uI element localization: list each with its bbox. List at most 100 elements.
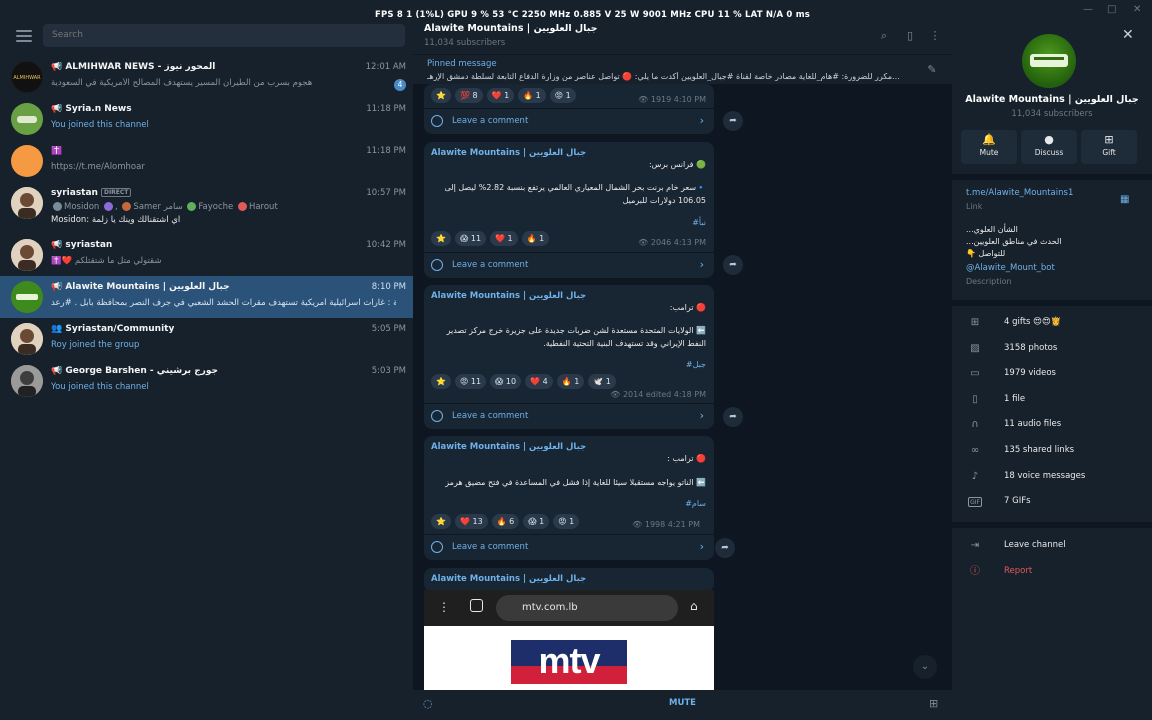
chat-item-syriastan[interactable]: 📢 syriastan 10:42 PM ✝️❤️ شقتولي متل ما …	[0, 234, 413, 276]
comment-icon	[431, 259, 443, 271]
gift-label: Gift	[1102, 148, 1116, 157]
qr-code-icon[interactable]: ▦	[1120, 194, 1129, 205]
performance-overlay: FPS 8 1 (1%L) GPU 9 % 53 °C 2250 MHz 0.8…	[375, 10, 811, 20]
reaction[interactable]: ❤️ 4	[525, 374, 553, 389]
chat-preview: ✝️❤️ شقتولي متل ما شتقتلكم	[51, 256, 162, 266]
reaction[interactable]: 💯 8	[454, 88, 483, 103]
mute-button[interactable]: 🔔 Mute	[961, 130, 1017, 164]
chat-item-syriastan-community[interactable]: 👥 Syriastan/Community 5:05 PM Roy joined…	[0, 318, 413, 360]
reaction[interactable]: 😱 10	[490, 374, 522, 389]
channel-link[interactable]: t.me/Alawite_Mountains1	[966, 188, 1073, 198]
close-window-icon[interactable]: ✕	[1133, 4, 1141, 15]
channel-avatar[interactable]	[1022, 34, 1076, 88]
leave-channel-button[interactable]: ⇥ Leave channel	[952, 535, 1152, 557]
leave-comment-label: Leave a comment	[452, 542, 529, 552]
photo-icon: ▨	[970, 343, 980, 354]
comment-bar[interactable]: Leave a comment ›	[424, 252, 714, 278]
chat-item-syriastan-direct[interactable]: syriastan DIRECT 10:57 PM Mosidon , Samer…	[0, 182, 413, 225]
chat-item-syria-news[interactable]: 📢 Syria.n News 11:18 PM You joined this …	[0, 98, 413, 140]
post-meta: 👁 2046 4:13 PM	[638, 238, 706, 247]
reaction[interactable]: 🔥 6	[491, 514, 520, 529]
reaction[interactable]: 🕊️ 1	[588, 374, 616, 389]
more-options-icon[interactable]: ⋮	[928, 29, 942, 43]
sidebar-toggle-icon[interactable]: ▯	[903, 29, 917, 43]
comment-icon	[431, 115, 443, 127]
pinned-message-bar[interactable]: Pinned message مكرر للضرورة: #هام_للغاية…	[413, 54, 952, 84]
search-icon[interactable]: ⌕	[877, 29, 891, 43]
reaction[interactable]: ⭐	[431, 374, 451, 389]
reaction[interactable]: ⭐	[431, 514, 451, 529]
hashtag[interactable]: #سام	[685, 499, 706, 508]
share-icon[interactable]: ➦	[723, 407, 743, 427]
comment-bar[interactable]: Leave a comment ›	[424, 108, 714, 134]
mute-button[interactable]: MUTE	[669, 698, 696, 708]
reaction[interactable]: 😡 1	[553, 514, 580, 529]
reaction[interactable]: 🔥 1	[556, 374, 585, 389]
media-item-links[interactable]: ∞ 135 shared links	[952, 440, 1152, 462]
hashtag[interactable]: #نبأ	[692, 218, 706, 227]
minimize-icon[interactable]: —	[1083, 4, 1093, 15]
gift-button[interactable]: ⊞ Gift	[1081, 130, 1137, 164]
url-text: mtv.com.lb	[522, 602, 578, 613]
avatar	[11, 103, 43, 135]
media-label: 3158 photos	[1004, 343, 1058, 353]
conversation-header[interactable]: Alawite Mountains | جبال العلويين 11,034…	[413, 20, 952, 54]
media-item-files[interactable]: ▯ 1 file	[952, 389, 1152, 411]
chat-name: 📢 George Barshen - جورج برشيني	[51, 366, 218, 376]
logo-text: mtv	[538, 640, 600, 681]
bot-handle-link[interactable]: @Alawite_Mount_bot	[966, 263, 1055, 273]
media-item-audio[interactable]: ∩ 11 audio files	[952, 414, 1152, 436]
reaction[interactable]: ❤️ 1	[486, 88, 515, 103]
maximize-icon[interactable]: □	[1107, 4, 1116, 15]
reaction[interactable]: 😱 1	[523, 514, 550, 529]
discussion-icon[interactable]: ◌	[423, 697, 433, 710]
chevron-right-icon: ›	[699, 114, 704, 127]
channel-name: Alawite Mountains | جبال العلويين	[965, 94, 1139, 105]
share-icon[interactable]: ➦	[723, 111, 743, 131]
reaction[interactable]: ⭐	[431, 231, 451, 246]
chat-item-cross[interactable]: ✝️ 11:18 PM https://t.me/Alomhoar	[0, 140, 413, 182]
media-item-photos[interactable]: ▨ 3158 photos	[952, 338, 1152, 360]
search-input[interactable]	[43, 24, 405, 47]
chat-name: 📢 Alawite Mountains | جبال العلويين	[51, 282, 230, 292]
chat-item-alawite-mountains[interactable]: 📢 Alawite Mountains | جبال العلويين 8:10…	[0, 276, 413, 318]
scroll-down-button[interactable]: ⌄	[913, 655, 937, 679]
media-item-voice[interactable]: ♪ 18 voice messages	[952, 466, 1152, 488]
discuss-button[interactable]: ● Discuss	[1021, 130, 1077, 164]
report-button[interactable]: ⓘ Report	[952, 561, 1152, 583]
comment-bar[interactable]: Leave a comment ›	[424, 403, 714, 429]
share-icon[interactable]: ➦	[723, 255, 743, 275]
chevron-right-icon: ›	[699, 258, 704, 271]
description-line: للتواصل 👇	[966, 249, 1006, 258]
close-icon[interactable]: ✕	[1122, 27, 1134, 43]
post-author: Alawite Mountains | جبال العلويين	[431, 442, 587, 452]
chat-time: 5:05 PM	[371, 324, 406, 334]
media-item-gifts[interactable]: ⊞ 4 gifts 😍😍👸	[952, 312, 1152, 334]
reaction[interactable]: ❤️ 1	[490, 231, 518, 246]
share-icon[interactable]: ➦	[715, 538, 735, 558]
media-item-gifs[interactable]: GIF 7 GIFs	[952, 491, 1152, 513]
reaction[interactable]: 😡 1	[549, 88, 576, 103]
media-label: 11 audio files	[1004, 419, 1062, 429]
hashtag[interactable]: #جبل	[686, 360, 706, 369]
reaction[interactable]: ⭐	[431, 88, 451, 103]
reaction[interactable]: 🔥 1	[521, 231, 550, 246]
reaction[interactable]: 🔥 1	[518, 88, 546, 103]
reaction[interactable]: ❤️ 13	[454, 514, 488, 529]
chevron-right-icon: ›	[699, 409, 704, 422]
chat-item-george-barshen[interactable]: 📢 George Barshen - جورج برشيني 5:03 PM Y…	[0, 360, 413, 402]
channel-post: Alawite Mountains | جبال العلويين 🔴 ترام…	[424, 436, 714, 560]
chat-item-almihwar[interactable]: ALMIHWAR 📢 ALMIHWAR NEWS - المحور نيوز 1…	[0, 56, 413, 98]
menu-icon[interactable]	[16, 30, 32, 44]
pin-list-icon[interactable]: ✎	[925, 63, 939, 77]
reaction[interactable]: 😡 11	[454, 374, 487, 389]
reaction[interactable]: 😱 11	[454, 231, 487, 246]
channel-description: الشأن العلوي... الحدث في مناطق العلويين.…	[966, 224, 1062, 260]
chat-time: 12:01 AM	[365, 62, 406, 72]
media-item-videos[interactable]: ▭ 1979 videos	[952, 363, 1152, 385]
chat-time: 5:03 PM	[371, 366, 406, 376]
comment-bar[interactable]: Leave a comment ›	[424, 534, 714, 560]
post-line: 🔴 ترامب:	[669, 303, 706, 312]
post-author: Alawite Mountains | جبال العلويين	[431, 574, 587, 584]
gift-icon[interactable]: ⊞	[929, 697, 938, 710]
